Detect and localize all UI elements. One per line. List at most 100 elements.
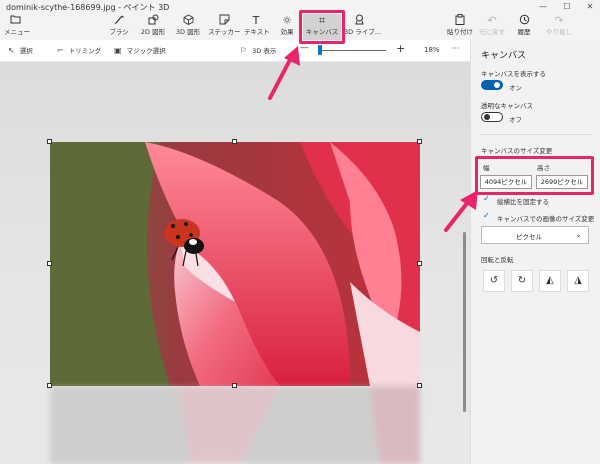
vertical-scrollbar[interactable] bbox=[463, 232, 466, 412]
text-icon: T bbox=[252, 14, 260, 27]
tool-label: ブラシ bbox=[109, 28, 129, 36]
panel-divider bbox=[481, 134, 593, 135]
resize-handle[interactable] bbox=[232, 383, 237, 388]
magic-select-icon: ▣ bbox=[114, 46, 122, 55]
panel-title: キャンバス bbox=[481, 51, 527, 61]
resize-image-label: キャンバスでの画像のサイズ変更 bbox=[497, 215, 595, 223]
flip-horizontal-button[interactable]: ◭ bbox=[539, 270, 561, 292]
transparent-canvas-toggle[interactable] bbox=[481, 112, 503, 122]
crop-icon: ⌐ bbox=[57, 46, 64, 55]
lock-aspect-label: 縦横比を固定する bbox=[497, 198, 549, 206]
crop-tool[interactable]: ⌐ トリミング bbox=[57, 45, 101, 55]
resize-handle[interactable] bbox=[417, 261, 422, 266]
select-tool[interactable]: ↖ 選択 bbox=[8, 45, 33, 55]
annotation-arrow bbox=[444, 190, 478, 232]
canvas-workspace[interactable] bbox=[0, 62, 470, 464]
flip-vertical-icon: ◮ bbox=[574, 275, 582, 286]
history-icon bbox=[513, 14, 535, 28]
resize-handle[interactable] bbox=[47, 261, 52, 266]
3d-shapes-icon bbox=[174, 14, 202, 28]
select-label: 選択 bbox=[19, 47, 33, 55]
tool-label: 3D 図形 bbox=[175, 28, 201, 36]
show-canvas-label: キャンバスを表示する bbox=[481, 70, 546, 78]
3d-library-icon bbox=[344, 14, 374, 28]
history-label: 履歴 bbox=[517, 28, 531, 36]
tool-label: 2D 図形 bbox=[140, 28, 166, 36]
chevron-down-icon: ⌄ bbox=[575, 230, 582, 239]
magic-select-tool[interactable]: ▣ マジック選択 bbox=[114, 45, 166, 55]
toggle-knob bbox=[494, 82, 500, 88]
transparent-canvas-label: 透明なキャンバス bbox=[481, 102, 533, 110]
resize-handle[interactable] bbox=[417, 383, 422, 388]
folder-icon bbox=[4, 14, 26, 28]
tool-label: ステッカー bbox=[208, 28, 241, 36]
undo-button[interactable]: ↶ 元に戻す bbox=[479, 14, 505, 40]
show-canvas-toggle[interactable] bbox=[481, 80, 503, 90]
canvas-image[interactable] bbox=[50, 142, 420, 386]
canvas-toolbar: ↖ 選択 ⌐ トリミング ▣ マジック選択 ⚐ 3D 表示 — + 18% ··· bbox=[0, 40, 470, 62]
tool-3d-library[interactable]: 3D ライブ... bbox=[344, 14, 381, 40]
rotate-left-button[interactable]: ↺ bbox=[483, 270, 505, 292]
rotate-right-icon: ↻ bbox=[517, 275, 527, 286]
tool-effects[interactable]: ☼ 効果 bbox=[276, 14, 298, 40]
annotation-arrow bbox=[268, 46, 300, 100]
tool-text[interactable]: T テキスト bbox=[244, 14, 270, 40]
sticker-icon bbox=[208, 14, 240, 28]
toggle-knob bbox=[484, 114, 490, 120]
tool-stickers[interactable]: ステッカー bbox=[208, 14, 241, 40]
maximize-button[interactable]: ☐ bbox=[560, 1, 574, 13]
more-options-button[interactable]: ··· bbox=[452, 44, 460, 53]
unit-dropdown[interactable]: ピクセル ⌄ bbox=[481, 226, 589, 244]
redo-icon: ↷ bbox=[554, 14, 564, 27]
resize-handle[interactable] bbox=[47, 139, 52, 144]
effects-icon: ☼ bbox=[282, 14, 292, 27]
flip-horizontal-icon: ◭ bbox=[546, 275, 554, 286]
tool-brushes[interactable]: ブラシ bbox=[108, 14, 130, 40]
paste-button[interactable]: 貼り付け bbox=[447, 14, 473, 40]
undo-icon: ↶ bbox=[487, 14, 497, 27]
transparent-canvas-state: オフ bbox=[509, 116, 522, 124]
tool-label: テキスト bbox=[244, 28, 270, 36]
lock-aspect-checkbox[interactable]: ✓ bbox=[483, 194, 490, 203]
resize-image-checkbox[interactable]: ✓ bbox=[483, 211, 490, 220]
window-title: dominik-scythe-168699.jpg - ペイント 3D bbox=[6, 3, 170, 12]
menu-label: メニュー bbox=[4, 28, 30, 36]
tool-3d-shapes[interactable]: 3D 図形 bbox=[174, 14, 202, 40]
paste-icon bbox=[447, 14, 473, 28]
flip-vertical-button[interactable]: ◮ bbox=[567, 270, 589, 292]
minimize-button[interactable]: — bbox=[536, 1, 550, 13]
menu-button[interactable]: メニュー bbox=[4, 14, 30, 40]
undo-label: 元に戻す bbox=[479, 28, 505, 36]
brush-icon bbox=[108, 14, 130, 28]
show-canvas-state: オン bbox=[509, 84, 522, 92]
2d-shapes-icon bbox=[139, 14, 167, 28]
redo-button[interactable]: ↷ やり直し bbox=[545, 14, 573, 40]
resize-handle[interactable] bbox=[232, 139, 237, 144]
zoom-percent: 18% bbox=[424, 46, 440, 54]
unit-value: ピクセル bbox=[516, 233, 542, 241]
paste-label: 貼り付け bbox=[447, 28, 473, 36]
cursor-icon: ↖ bbox=[8, 46, 15, 55]
canvas-panel: キャンバス キャンバスを表示する オン 透明なキャンバス オフ キャンバスのサイ… bbox=[470, 40, 600, 464]
tool-label: 3D ライブ... bbox=[344, 28, 381, 36]
tool-2d-shapes[interactable]: 2D 図形 bbox=[139, 14, 167, 40]
redo-label: やり直し bbox=[546, 28, 572, 36]
close-button[interactable]: ✕ bbox=[583, 1, 597, 13]
flag-icon: ⚐ bbox=[240, 46, 248, 55]
zoom-slider-thumb[interactable] bbox=[318, 45, 322, 55]
tool-label: 効果 bbox=[280, 28, 294, 36]
resize-handle[interactable] bbox=[47, 383, 52, 388]
canvas-size-highlight bbox=[475, 156, 594, 195]
canvas-reflection bbox=[50, 386, 420, 464]
magic-select-label: マジック選択 bbox=[126, 47, 166, 55]
crop-label: トリミング bbox=[68, 47, 102, 55]
zoom-in-button[interactable]: + bbox=[396, 42, 405, 55]
zoom-slider-track[interactable] bbox=[318, 50, 386, 51]
rotate-flip-title: 回転と反転 bbox=[481, 256, 514, 264]
resize-canvas-title: キャンバスのサイズ変更 bbox=[481, 147, 553, 155]
rotate-left-icon: ↺ bbox=[489, 275, 499, 286]
history-button[interactable]: 履歴 bbox=[513, 14, 535, 40]
canvas-tool-highlight bbox=[299, 10, 345, 44]
resize-handle[interactable] bbox=[417, 139, 422, 144]
rotate-right-button[interactable]: ↻ bbox=[511, 270, 533, 292]
